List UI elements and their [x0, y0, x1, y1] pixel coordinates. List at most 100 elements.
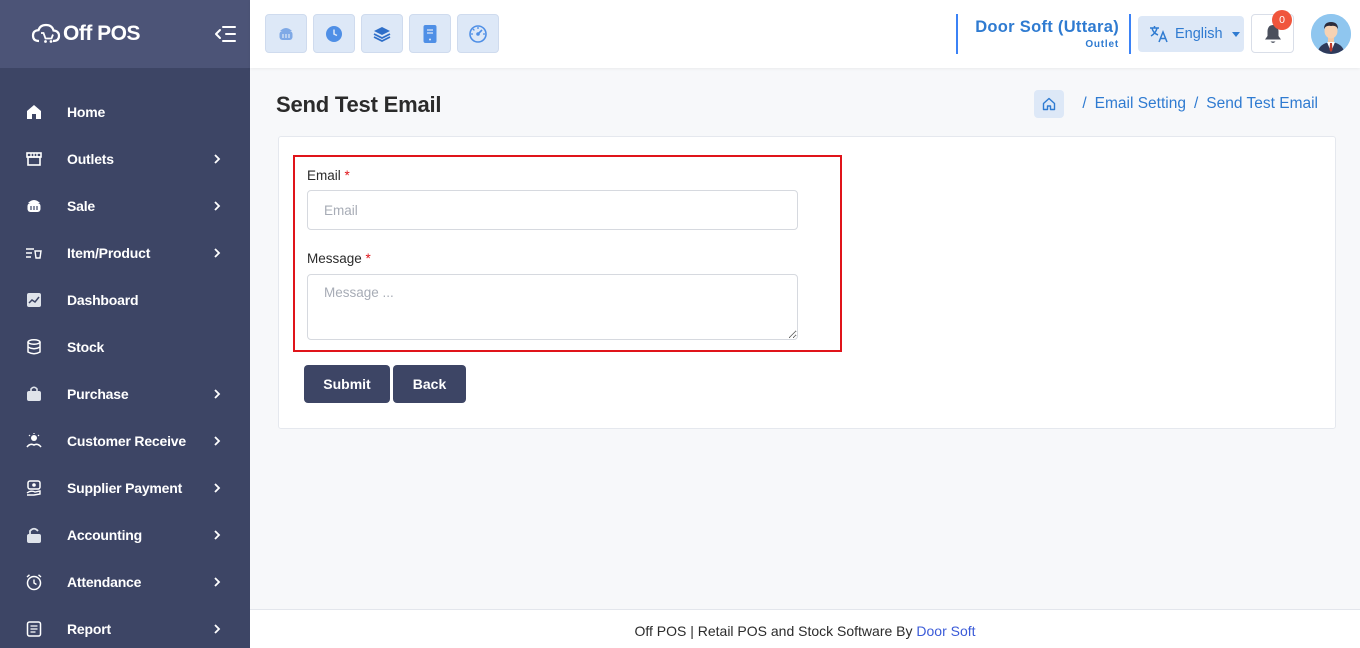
home-outline-icon	[1043, 97, 1056, 111]
cloud-cart-logo-icon	[31, 23, 61, 43]
sidebar-item-label: Purchase	[67, 385, 129, 402]
logo-text: Off POS	[63, 22, 141, 45]
sidebar-item-home[interactable]: Home	[0, 88, 250, 135]
breadcrumb-separator: /	[1193, 95, 1199, 112]
outlet-label: Outlet	[1085, 39, 1119, 50]
form-highlight-box: Email * Message *	[293, 155, 842, 352]
sidebar-item-outlets[interactable]: Outlets	[0, 135, 250, 182]
sidebar-collapse-button[interactable]	[213, 22, 237, 46]
sidebar-item-label: Accounting	[67, 526, 142, 543]
sidebar-item-report[interactable]: Report	[0, 605, 250, 648]
sidebar-item-label: Report	[67, 620, 111, 637]
breadcrumb-email-setting[interactable]: Email Setting	[1095, 95, 1186, 113]
footer: Off POS | Retail POS and Stock Software …	[250, 609, 1360, 648]
supplier-payment-icon	[25, 479, 43, 497]
sidebar-item-label: Sale	[67, 197, 95, 214]
email-label-text: Email	[307, 168, 341, 183]
tablet-icon	[423, 24, 437, 43]
required-mark: *	[344, 168, 350, 183]
store-icon	[25, 150, 43, 168]
report-icon	[25, 620, 43, 638]
send-test-email-card: Email * Message * Submit Back	[278, 136, 1336, 429]
chevron-right-icon	[212, 529, 222, 540]
submit-button[interactable]: Submit	[304, 365, 390, 403]
quick-pos-button[interactable]	[265, 14, 307, 53]
user-avatar[interactable]	[1311, 14, 1351, 54]
page-title: Send Test Email	[276, 92, 442, 117]
chart-icon	[25, 291, 43, 309]
message-label: Message *	[307, 251, 371, 266]
quick-attendance-button[interactable]	[313, 14, 355, 53]
lock-icon	[25, 526, 43, 544]
back-button[interactable]: Back	[393, 365, 466, 403]
home-icon	[25, 103, 43, 121]
sidebar-item-customer-receive[interactable]: Customer Receive	[0, 417, 250, 464]
footer-text: Off POS | Retail POS and Stock Software …	[634, 623, 917, 639]
pos-basket-icon	[279, 27, 293, 40]
logo[interactable]: Off POS	[31, 22, 141, 46]
chevron-right-icon	[212, 576, 222, 587]
sidebar-item-dashboard[interactable]: Dashboard	[0, 276, 250, 323]
message-label-text: Message	[307, 251, 362, 266]
message-textarea[interactable]	[307, 274, 798, 340]
caret-down-icon	[1231, 31, 1240, 37]
chevron-right-icon	[212, 200, 222, 211]
alarm-clock-icon	[25, 573, 43, 591]
sidebar-item-label: Home	[67, 103, 106, 120]
outlet-name: Door Soft (Uttara)	[975, 18, 1119, 36]
notification-button[interactable]: 0	[1251, 10, 1294, 53]
notification-count-badge: 0	[1272, 10, 1292, 30]
sidebar-item-label: Item/Product	[67, 244, 151, 261]
quick-tablet-button[interactable]	[409, 14, 451, 53]
sidebar-item-accounting[interactable]: Accounting	[0, 511, 250, 558]
sidebar-item-label: Stock	[67, 338, 105, 355]
breadcrumb: / Email Setting / Send Test Email	[1034, 90, 1318, 118]
user-avatar-icon	[1311, 14, 1351, 54]
clock-icon	[326, 25, 342, 42]
footer-door-soft-link[interactable]: Door Soft	[916, 623, 975, 639]
quick-access-toolbar	[265, 14, 499, 53]
chevron-right-icon	[212, 388, 222, 399]
sidebar-item-label: Customer Receive	[67, 432, 186, 449]
product-list-icon	[25, 244, 43, 262]
breadcrumb-separator: /	[1082, 95, 1087, 112]
email-label: Email *	[307, 168, 350, 183]
sidebar-item-label: Dashboard	[67, 291, 139, 308]
sidebar-item-label: Outlets	[67, 150, 114, 167]
chevron-right-icon	[212, 435, 222, 446]
sidebar-item-sale[interactable]: Sale	[0, 182, 250, 229]
email-input[interactable]	[307, 190, 798, 230]
translate-icon	[1150, 26, 1168, 43]
sidebar-brand: Off POS	[0, 0, 250, 68]
sidebar-item-label: Supplier Payment	[67, 479, 183, 496]
quick-layers-button[interactable]	[361, 14, 403, 53]
required-mark: *	[365, 251, 371, 266]
sidebar: Off POS Home Outlets Sale Item/Product D…	[0, 0, 250, 648]
main-content: Send Test Email / Email Setting / Send T…	[250, 68, 1360, 609]
chevron-right-icon	[212, 482, 222, 493]
sidebar-item-purchase[interactable]: Purchase	[0, 370, 250, 417]
breadcrumb-home-button[interactable]	[1034, 90, 1065, 118]
chevron-right-icon	[212, 153, 222, 164]
sidebar-menu: Home Outlets Sale Item/Product Dashboard…	[0, 68, 250, 648]
dashboard-gauge-icon	[469, 24, 487, 43]
quick-dashboard-button[interactable]	[457, 14, 499, 53]
chevron-right-icon	[212, 623, 222, 634]
language-label: English	[1175, 26, 1223, 42]
basket-icon	[25, 197, 43, 215]
sidebar-item-supplier-payment[interactable]: Supplier Payment	[0, 464, 250, 511]
outlet-indicator[interactable]: Door Soft (Uttara) Outlet	[956, 14, 1131, 54]
sidebar-item-label: Attendance	[67, 573, 142, 590]
customer-receive-icon	[25, 432, 43, 450]
layers-icon	[373, 26, 391, 42]
database-icon	[25, 338, 43, 356]
chevron-right-icon	[212, 247, 222, 258]
breadcrumb-current: Send Test Email	[1206, 95, 1318, 112]
sidebar-item-attendance[interactable]: Attendance	[0, 558, 250, 605]
sidebar-item-item-product[interactable]: Item/Product	[0, 229, 250, 276]
language-selector[interactable]: English	[1138, 16, 1244, 52]
collapse-menu-icon	[215, 26, 236, 42]
shopping-bag-icon	[25, 385, 43, 403]
top-header: Door Soft (Uttara) Outlet English 0	[250, 0, 1360, 68]
sidebar-item-stock[interactable]: Stock	[0, 323, 250, 370]
